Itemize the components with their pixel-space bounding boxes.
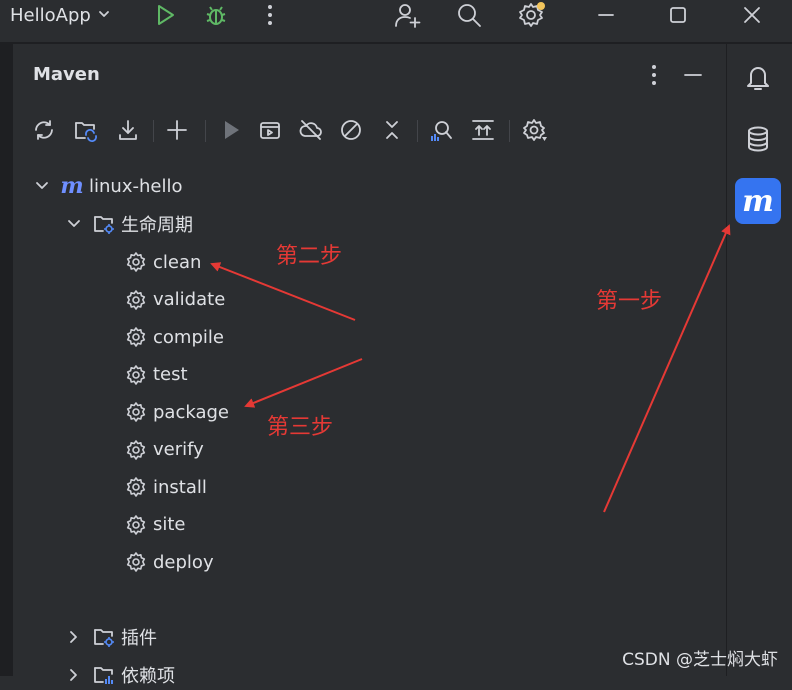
chevron-down-icon[interactable] (67, 217, 81, 231)
close-icon[interactable] (742, 0, 762, 30)
analyze-icon[interactable] (427, 116, 455, 144)
settings-icon[interactable] (517, 0, 547, 30)
tree-node-dependencies[interactable]: 依赖项 (67, 660, 175, 690)
debug-icon[interactable] (203, 0, 229, 30)
step2-annotation: 第二步 (276, 244, 343, 269)
panel-title: Maven (33, 64, 100, 85)
goal-label: site (153, 514, 186, 535)
maven-project-icon: m (60, 173, 84, 199)
tree-node-project[interactable]: m linux-hello (35, 171, 182, 201)
plugins-label: 插件 (121, 628, 157, 649)
tree-node-goal-site[interactable]: site (125, 510, 186, 540)
tree-node-goal-install[interactable]: install (125, 472, 207, 502)
chevron-right-icon[interactable] (67, 668, 81, 682)
dependencies-folder-icon (93, 664, 115, 686)
tree-node-goal-validate[interactable]: validate (125, 285, 225, 315)
goal-label: compile (153, 326, 224, 348)
plugins-folder-icon (93, 626, 115, 648)
lifecycle-folder-icon (93, 213, 115, 235)
app-name: HelloApp (10, 4, 91, 26)
chevron-down-icon (97, 5, 111, 26)
collapse-icon[interactable] (378, 116, 406, 144)
gear-icon (125, 439, 147, 461)
run-icon[interactable] (217, 116, 245, 144)
gear-icon (125, 251, 147, 273)
goal-label: validate (153, 289, 226, 310)
reload-folder-icon[interactable] (72, 116, 100, 144)
tree-node-goal-verify[interactable]: verify (125, 435, 204, 465)
run-icon[interactable] (152, 0, 178, 30)
step1-annotation: 第一步 (596, 289, 663, 314)
toggle-icon[interactable] (469, 116, 497, 144)
tree-node-goal-clean[interactable]: clean (125, 247, 201, 277)
tree-node-goal-package[interactable]: package (125, 397, 229, 427)
goal-label: verify (153, 439, 204, 460)
panel-header: Maven (13, 44, 726, 106)
goal-label: test (153, 364, 188, 385)
watermark: CSDN @芝士焖大虾 (622, 650, 778, 670)
right-tool-bar: m (727, 44, 792, 676)
more-vert-icon[interactable] (260, 0, 280, 30)
settings-icon[interactable] (521, 116, 549, 144)
project-switcher[interactable]: HelloApp (10, 0, 111, 30)
goal-label: deploy (153, 551, 214, 573)
minimize-icon[interactable] (596, 0, 616, 30)
goal-label: clean (153, 251, 202, 273)
tree-node-goal-deploy[interactable]: deploy (125, 547, 214, 577)
more-vert-icon[interactable] (641, 62, 667, 88)
gear-icon (125, 289, 147, 311)
run-config-icon[interactable] (256, 116, 284, 144)
project-label: linux-hello (89, 175, 183, 197)
reload-icon[interactable] (30, 116, 58, 144)
gear-icon (125, 514, 147, 536)
notifications-icon[interactable] (735, 54, 781, 100)
maven-toolbar (13, 106, 726, 152)
add-icon[interactable] (163, 116, 191, 144)
gear-icon (125, 401, 147, 423)
tree-node-goal-test[interactable]: test (125, 360, 188, 390)
offline-icon[interactable] (297, 116, 325, 144)
goal-label: package (153, 401, 229, 423)
hide-icon[interactable] (680, 62, 706, 88)
gear-icon (125, 326, 147, 348)
maven-glyph: m (742, 183, 774, 219)
dependencies-label: 依赖项 (121, 666, 175, 687)
maximize-icon[interactable] (668, 0, 688, 30)
gear-icon (125, 551, 147, 573)
database-icon[interactable] (735, 116, 781, 162)
tree-node-lifecycle[interactable]: 生命周期 (67, 209, 193, 239)
maven-tool-window: Maven m linux-hello 生命周期 clean validate … (12, 44, 727, 687)
tree-node-goal-compile[interactable]: compile (125, 322, 224, 352)
add-user-icon[interactable] (393, 0, 421, 30)
gear-icon (125, 364, 147, 386)
gear-icon (125, 476, 147, 498)
goal-label: install (153, 476, 207, 498)
search-icon[interactable] (455, 0, 483, 30)
step3-annotation: 第三步 (267, 415, 334, 440)
maven-icon[interactable]: m (735, 178, 781, 224)
lifecycle-label: 生命周期 (121, 215, 193, 236)
chevron-right-icon[interactable] (67, 630, 81, 644)
download-icon[interactable] (114, 116, 142, 144)
chevron-down-icon[interactable] (35, 179, 49, 193)
skip-tests-icon[interactable] (337, 116, 365, 144)
tree-node-plugins[interactable]: 插件 (67, 622, 157, 652)
title-bar: HelloApp (0, 0, 792, 30)
